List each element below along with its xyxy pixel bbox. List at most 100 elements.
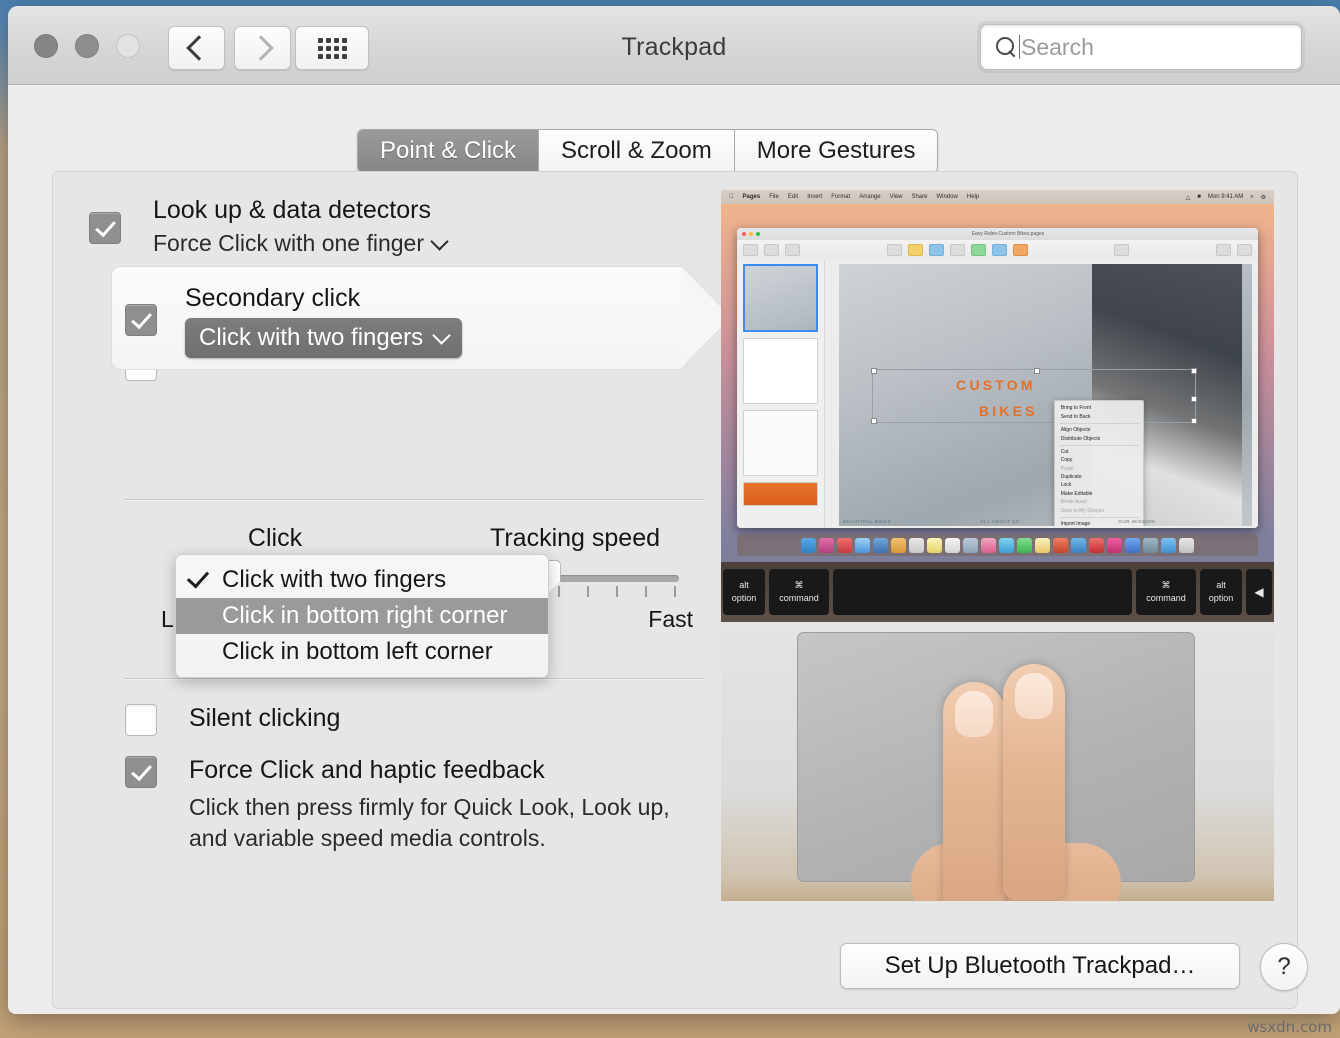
text-cursor: [1019, 35, 1020, 59]
demo-pages-titlebar: Easy Rides Custom Bikes.pages: [737, 228, 1258, 240]
demo-pages-body: CUSTOM BIKES Bring to Front Send to Back…: [737, 260, 1258, 528]
wifi-icon: △: [1186, 194, 1191, 201]
look-up-value-text: Force Click with one finger: [153, 230, 424, 257]
footer-column: ALL ABOUT US: [977, 519, 1115, 524]
footer-column: BEAUTIFUL BIKES: [839, 519, 977, 524]
force-click-description-line2: and variable speed media controls.: [189, 823, 725, 854]
key-command-right: ⌘ command: [1136, 569, 1196, 615]
demo-page-thumbnail: [743, 264, 818, 332]
checkmark-icon: [187, 566, 209, 589]
force-click-description-line1: Click then press firmly for Quick Look, …: [189, 792, 725, 823]
demo-menubar:  Pages File Edit Insert Format Arrange …: [721, 190, 1274, 204]
search-icon: [995, 36, 1017, 58]
demo-document-page: CUSTOM BIKES Bring to Front Send to Back…: [839, 264, 1252, 526]
demo-dock: [737, 534, 1258, 556]
demo-menu-window: Window: [937, 194, 958, 200]
fingernail: [1015, 673, 1053, 719]
checkbox-silent-clicking[interactable]: [125, 704, 157, 736]
context-menu-item: Lock: [1055, 481, 1143, 489]
spotlight-icon: ⌕: [1250, 194, 1253, 201]
popup-look-up-value[interactable]: Force Click with one finger: [153, 230, 709, 257]
demo-menu-help: Help: [967, 194, 979, 200]
option-label-force-click: Force Click and haptic feedback: [189, 754, 725, 786]
menu-item-label: Click in bottom left corner: [222, 638, 493, 665]
demo-trackpad-area: [721, 622, 1274, 901]
battery-icon: ■: [1197, 194, 1201, 200]
demo-menu-view: View: [890, 194, 903, 200]
menu-item-label: Click with two fingers: [222, 566, 446, 593]
search-placeholder: Search: [1021, 34, 1094, 61]
demo-document-title: Easy Rides Custom Bikes.pages: [763, 231, 1253, 237]
divider-lower: [125, 678, 705, 679]
demo-footer-columns: BEAUTIFUL BIKES ALL ABOUT US OUR MISSION: [839, 519, 1252, 524]
demo-pages-toolbar: [737, 240, 1258, 261]
window-titlebar: Trackpad Search: [8, 6, 1340, 85]
chevron-down-icon: [430, 232, 448, 250]
demo-context-menu: Bring to Front Send to Back Align Object…: [1054, 400, 1144, 526]
chevron-down-icon: [432, 326, 450, 344]
set-up-bluetooth-trackpad-button[interactable]: Set Up Bluetooth Trackpad…: [840, 943, 1240, 989]
tab-more-gestures[interactable]: More Gestures: [735, 130, 938, 172]
context-menu-item: Save to My Shapes: [1055, 506, 1143, 514]
system-preferences-window: Trackpad Search Point & Click Scroll & Z…: [8, 6, 1340, 1014]
popup-secondary-click[interactable]: Click with two fingers: [185, 318, 462, 358]
fingernail: [955, 691, 993, 737]
preference-pane-content: Point & Click Scroll & Zoom More Gesture…: [8, 85, 1340, 1014]
help-button[interactable]: ?: [1260, 943, 1308, 991]
menu-item-click-bottom-right-corner[interactable]: Click in bottom right corner: [176, 598, 548, 634]
secondary-click-value-text: Click with two fingers: [199, 324, 423, 352]
context-menu-item: Duplicate: [1055, 473, 1143, 481]
demo-pages-canvas: CUSTOM BIKES Bring to Front Send to Back…: [825, 260, 1258, 528]
context-menu-item: Make Editable: [1055, 490, 1143, 498]
context-menu-item: Break Apart: [1055, 498, 1143, 506]
watermark: wsxdn.com: [1247, 1018, 1332, 1036]
tab-point-and-click[interactable]: Point & Click: [358, 130, 539, 172]
option-label-secondary-click: Secondary click: [185, 282, 769, 314]
demo-menu-share: Share: [912, 194, 928, 200]
demo-menu-arrange: Arrange: [859, 194, 880, 200]
search-field[interactable]: Search: [980, 24, 1302, 70]
key-option-left: alt option: [723, 569, 765, 615]
checkbox-look-up[interactable]: [89, 212, 121, 244]
key-space: [833, 569, 1132, 615]
demo-page-thumbnail: [743, 410, 818, 476]
demo-menu-file: File: [769, 194, 779, 200]
key-option-right: alt option: [1200, 569, 1242, 615]
tab-scroll-and-zoom[interactable]: Scroll & Zoom: [539, 130, 735, 172]
context-menu-item: Copy: [1055, 456, 1143, 464]
bottom-option-group: Silent clicking Force Click and haptic f…: [125, 702, 725, 854]
secondary-click-dropdown-menu: Click with two fingers Click in bottom r…: [175, 554, 549, 678]
options-column: Look up & data detectors Force Click wit…: [89, 194, 709, 275]
option-label-silent-clicking: Silent clicking: [189, 702, 725, 734]
option-look-up-and-data-detectors: Look up & data detectors Force Click wit…: [89, 194, 709, 257]
slider-tracking-label-fast: Fast: [648, 606, 693, 633]
window-footer: Set Up Bluetooth Trackpad… ?: [8, 929, 1340, 1014]
option-silent-clicking: Silent clicking: [125, 702, 725, 742]
checkbox-secondary-click[interactable]: [125, 304, 157, 336]
footer-column: OUR MISSION: [1114, 519, 1252, 524]
demo-page-thumbnail: [743, 338, 818, 404]
menu-item-click-with-two-fingers[interactable]: Click with two fingers: [176, 562, 548, 598]
demo-page-thumbnail: [743, 482, 818, 506]
demo-menubar-status: △ ■ Mon 9:41 AM ⌕ ⚙: [1186, 194, 1266, 201]
slider-tracking-title: Tracking speed: [425, 524, 725, 553]
menu-item-label: Click in bottom right corner: [222, 602, 507, 629]
demo-headline-line2: BIKES: [979, 403, 1038, 419]
context-menu-item: Align Objects: [1055, 426, 1143, 434]
context-menu-item: Paste: [1055, 464, 1143, 472]
demo-menu-edit: Edit: [788, 194, 798, 200]
control-center-icon: ⚙: [1261, 194, 1266, 201]
option-label-look-up: Look up & data detectors: [153, 194, 709, 226]
key-arrow-left: ◀: [1246, 569, 1272, 615]
gesture-demo-video[interactable]:  Pages File Edit Insert Format Arrange …: [721, 190, 1274, 901]
settings-panel: Look up & data detectors Force Click wit…: [52, 171, 1298, 1009]
demo-pages-window: Easy Rides Custom Bikes.pages: [737, 228, 1258, 528]
option-force-click: Force Click and haptic feedback Click th…: [125, 754, 725, 854]
option-secondary-click: Secondary click Click with two fingers: [145, 282, 769, 358]
menu-item-click-bottom-left-corner[interactable]: Click in bottom left corner: [176, 634, 548, 670]
tab-bar: Point & Click Scroll & Zoom More Gesture…: [357, 129, 938, 173]
demo-keyboard: alt option ⌘ command ⌘ command: [721, 562, 1274, 622]
context-menu-item: Send to Back: [1055, 413, 1143, 421]
checkbox-force-click[interactable]: [125, 756, 157, 788]
demo-clock: Mon 9:41 AM: [1208, 194, 1243, 200]
